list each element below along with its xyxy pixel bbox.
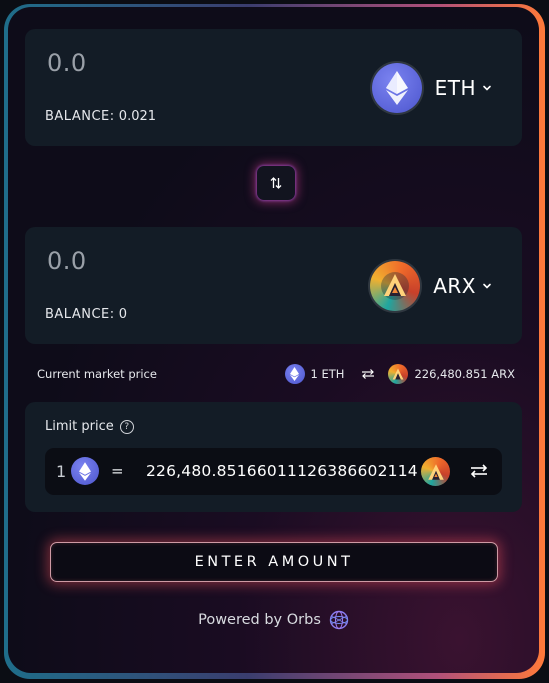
swap-horizontal-arrows-icon[interactable] [360,368,376,380]
powered-by-footer: Powered by Orbs [8,610,539,630]
to-balance-label: BALANCE: [45,307,115,322]
to-token-panel: 0.0 BALANCE: 0 ARX [25,227,522,344]
enter-amount-button[interactable]: ENTER AMOUNT [50,542,498,582]
to-token-select[interactable]: ARX [370,261,492,311]
eth-logo-icon [371,63,422,113]
swap-direction-button[interactable] [257,166,295,200]
widget-frame: 0.0 BALANCE: 0.021 ETH 0.0 BALANCE: 0 AR… [4,4,545,679]
swap-vertical-arrows-icon [270,177,282,189]
market-price-label: Current market price [37,367,157,381]
limit-price-title: Limit price ? [45,419,134,434]
arx-logo-icon [421,457,450,486]
from-balance-value: 0.021 [118,109,157,124]
arx-logo-icon [370,261,421,311]
from-amount-input[interactable]: 0.0 [47,49,87,77]
chevron-down-icon [483,85,491,91]
market-left-value: 1 ETH [310,367,345,381]
limit-equals: = [111,462,124,480]
to-amount-input[interactable]: 0.0 [47,247,87,275]
from-balance: BALANCE: 0.021 [45,109,156,124]
eth-logo-icon [71,457,99,485]
limit-price-input-row: 1 = 226,480.85166011126386602114 [45,448,502,495]
swap-card: 0.0 BALANCE: 0.021 ETH 0.0 BALANCE: 0 AR… [8,7,539,673]
from-token-symbol: ETH [434,76,476,100]
market-price-row: Current market price 1 ETH 226,480.851 A… [37,363,515,385]
limit-price-label: Limit price [45,419,114,434]
limit-price-input[interactable]: 226,480.85166011126386602114 [146,462,418,480]
from-token-panel: 0.0 BALANCE: 0.021 ETH [25,29,522,146]
arx-logo-icon [388,364,409,384]
limit-price-panel: Limit price ? 1 = 226,480.85166011126386… [25,402,522,512]
orbs-logo-icon [329,610,349,630]
from-token-select[interactable]: ETH [371,63,492,113]
powered-by-text: Powered by Orbs [198,612,321,628]
from-balance-label: BALANCE: [45,109,115,124]
market-price-values: 1 ETH 226,480.851 ARX [284,363,515,385]
invert-arrows-icon[interactable] [469,463,489,479]
to-balance: BALANCE: 0 [45,307,127,322]
limit-quantity: 1 [56,462,67,481]
help-icon[interactable]: ? [119,419,134,434]
chevron-down-icon [483,283,491,289]
to-balance-value: 0 [118,307,128,322]
eth-logo-icon [284,364,305,384]
to-token-symbol: ARX [433,274,476,298]
market-right-value: 226,480.851 ARX [414,367,515,381]
